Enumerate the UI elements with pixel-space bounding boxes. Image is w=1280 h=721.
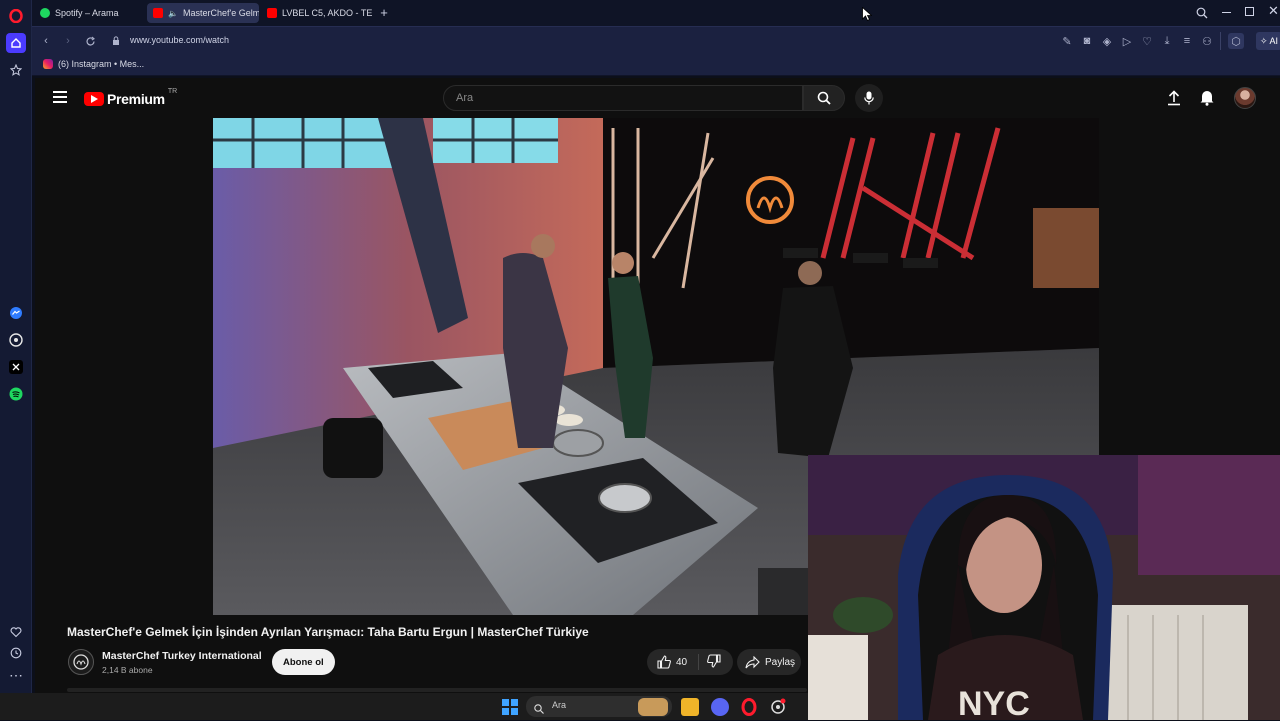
search-icon — [817, 91, 831, 105]
microphone-icon — [864, 91, 874, 105]
settings-gear-icon[interactable] — [769, 698, 787, 716]
taskbar-search-icon — [534, 701, 544, 719]
opera-logo-icon[interactable] — [6, 6, 26, 26]
discord-icon[interactable] — [711, 698, 729, 716]
tab-label: MasterChef'e Gelmek — [182, 8, 259, 18]
ai-sparkle-icon: ✧ — [1260, 35, 1268, 46]
youtube-icon — [267, 8, 277, 18]
new-tab-button[interactable]: + — [377, 6, 391, 20]
tab-lvbel[interactable]: LVBEL C5, AKDO - TEMPO — [261, 3, 373, 23]
more-icon[interactable]: ⋯ — [6, 665, 26, 685]
webcam-overlay: NYC — [808, 455, 1280, 720]
search-button[interactable] — [803, 85, 845, 111]
shield-icon[interactable]: ◈ — [1099, 33, 1115, 49]
back-icon[interactable]: ‹ — [38, 33, 54, 49]
webcam-feed: NYC — [808, 455, 1280, 720]
share-arrow-icon — [745, 655, 760, 668]
subscriber-count: 2,14 B abone — [102, 665, 153, 675]
hamburger-menu-icon[interactable] — [53, 91, 67, 103]
heart-icon[interactable] — [6, 622, 26, 642]
profile-icon[interactable]: ⚇ — [1199, 33, 1215, 49]
instagram-icon — [43, 59, 53, 69]
home-icon[interactable] — [6, 33, 26, 53]
ai-label: AI — [1269, 36, 1279, 46]
notifications-bell-icon[interactable] — [1199, 89, 1215, 111]
thumbs-up-icon — [657, 655, 671, 669]
youtube-header: Premium TR Ara — [35, 78, 1280, 118]
whatsapp-icon[interactable] — [6, 330, 26, 350]
tab-label: LVBEL C5, AKDO - TEMPO — [282, 8, 373, 18]
like-count: 40 — [676, 656, 688, 668]
subscribe-button[interactable]: Abone ol — [272, 649, 335, 675]
camera-icon[interactable]: ◙ — [1079, 33, 1095, 49]
bookmark-heart-icon[interactable]: ♡ — [1139, 33, 1155, 49]
address-bar: ‹ › www.youtube.com/watch ✎ ◙ ◈ ▷ ♡ ⤓ ≡ … — [32, 26, 1280, 54]
avatar[interactable] — [1234, 87, 1256, 109]
edit-icon[interactable]: ✎ — [1059, 33, 1075, 49]
upload-icon[interactable] — [1167, 90, 1181, 111]
description-box-edge — [67, 688, 807, 692]
extension-icon[interactable]: ⬡ — [1228, 33, 1244, 49]
channel-name[interactable]: MasterChef Turkey International — [102, 650, 262, 662]
download-icon[interactable]: ⤓ — [1159, 33, 1175, 49]
lock-icon[interactable] — [108, 33, 124, 49]
tab-label: Spotify – Arama — [55, 8, 119, 18]
reload-icon[interactable] — [82, 33, 98, 49]
video-title: MasterChef'e Gelmek İçin İşinden Ayrılan… — [67, 625, 589, 639]
star-icon[interactable] — [6, 60, 26, 80]
restore-button[interactable] — [1245, 7, 1254, 16]
tab-search-icon[interactable] — [1196, 6, 1208, 24]
x-twitter-icon[interactable] — [6, 357, 26, 377]
bookmark-label: (6) Instagram • Mes... — [58, 59, 145, 69]
like-button[interactable]: 40 — [647, 654, 699, 670]
logo-text: Premium — [107, 91, 165, 107]
masterchef-logo-icon — [73, 654, 89, 670]
file-explorer-icon[interactable] — [681, 698, 699, 716]
tab-masterchef[interactable]: 🔈 MasterChef'e Gelmek — [147, 3, 259, 23]
logo-region: TR — [167, 88, 178, 95]
url-text[interactable]: www.youtube.com/watch — [130, 35, 229, 45]
thumbs-down-icon — [707, 653, 721, 668]
share-label: Paylaş — [765, 656, 796, 668]
history-icon[interactable] — [6, 643, 26, 663]
menu-lines-icon[interactable]: ≡ — [1179, 33, 1195, 49]
share-button[interactable]: Paylaş — [737, 649, 801, 675]
speaker-icon: 🔈 — [168, 8, 178, 18]
mouse-cursor-icon — [862, 6, 873, 26]
search-highlight-icon[interactable] — [638, 698, 668, 716]
dislike-button[interactable] — [699, 653, 721, 671]
opera-sidebar: ⋯ — [0, 0, 32, 720]
windows-start-icon[interactable] — [502, 699, 518, 715]
taskbar: Ara — [0, 693, 808, 720]
minimize-button[interactable] — [1222, 12, 1231, 13]
youtube-icon — [153, 8, 163, 18]
spotify-icon — [40, 8, 50, 18]
bookmark-instagram[interactable]: (6) Instagram • Mes... — [43, 59, 144, 69]
bookmarks-bar: (6) Instagram • Mes... — [32, 54, 1280, 76]
ai-button[interactable]: ✧ AI — [1256, 32, 1280, 50]
svg-text:NYC: NYC — [958, 685, 1030, 720]
youtube-play-icon — [84, 92, 104, 106]
opera-taskbar-icon[interactable] — [740, 698, 758, 716]
toolbar-divider — [1220, 32, 1221, 50]
spotify-icon[interactable] — [6, 384, 26, 404]
channel-avatar[interactable] — [68, 649, 94, 675]
tab-spotify[interactable]: Spotify – Arama — [34, 3, 144, 23]
forward-icon[interactable]: › — [60, 33, 76, 49]
tab-bar: Spotify – Arama 🔈 MasterChef'e Gelmek LV… — [32, 0, 1280, 26]
play-icon[interactable]: ▷ — [1119, 33, 1135, 49]
messenger-icon[interactable] — [6, 303, 26, 323]
youtube-logo[interactable]: Premium TR — [84, 88, 178, 107]
like-dislike-group: 40 — [647, 649, 733, 675]
close-button[interactable]: ✕ — [1268, 3, 1279, 19]
search-input[interactable]: Ara — [443, 85, 803, 111]
voice-search-button[interactable] — [855, 84, 883, 112]
